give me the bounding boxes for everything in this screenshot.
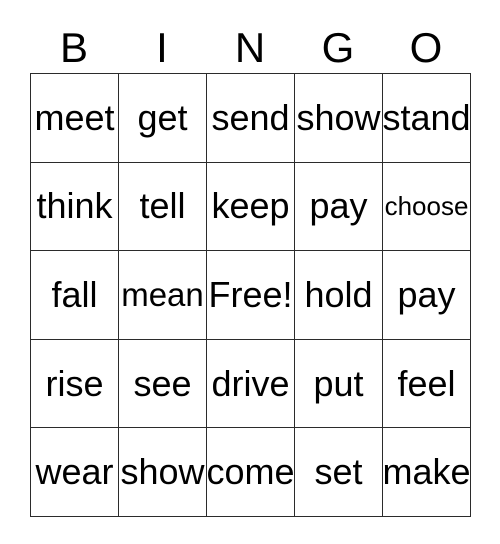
bingo-cell-label: drive (211, 362, 290, 404)
bingo-cell[interactable]: get (119, 74, 207, 163)
bingo-cell[interactable]: tell (119, 162, 207, 252)
bingo-cell-label: come (207, 451, 295, 493)
bingo-cell-label: send (211, 96, 290, 138)
bingo-cell-label: tell (139, 185, 186, 227)
bingo-cell[interactable]: send (207, 74, 295, 163)
bingo-cell[interactable]: fall (31, 251, 119, 340)
bingo-cell[interactable]: make (383, 428, 471, 517)
bingo-grid: meet get send show stand think tell keep… (30, 73, 471, 517)
header-letter-o: O (409, 24, 443, 71)
bingo-cell-label: think (36, 185, 113, 227)
bingo-cell-label: mean (121, 275, 204, 313)
bingo-cell[interactable]: drive (207, 339, 295, 429)
bingo-cell-label: show (120, 451, 205, 493)
bingo-card: B I N G O meet get send show stand think… (0, 0, 500, 544)
bingo-free-space-label: Free! (208, 274, 293, 316)
bingo-cell-label: keep (211, 185, 290, 227)
bingo-cell-label: see (133, 362, 192, 404)
bingo-row: meet get send show stand (31, 74, 471, 163)
bingo-cell[interactable]: wear (31, 428, 119, 517)
header-letter-g: G (321, 24, 355, 71)
bingo-cell[interactable]: keep (207, 162, 295, 252)
header-letter-b: B (59, 24, 88, 71)
bingo-row: fall mean Free! hold pay (31, 251, 471, 340)
bingo-cell-label: hold (304, 274, 373, 316)
bingo-cell[interactable]: stand (383, 74, 471, 163)
bingo-cell-label: pay (397, 274, 456, 316)
bingo-cell-label: show (296, 96, 381, 138)
bingo-cell-label: make (383, 451, 471, 493)
bingo-cell-label: feel (397, 362, 456, 404)
bingo-cell[interactable]: feel (383, 339, 471, 429)
bingo-cell[interactable]: hold (295, 251, 383, 340)
bingo-cell-label: meet (34, 96, 115, 138)
bingo-row: wear show come set make (31, 428, 471, 517)
bingo-cell[interactable]: set (295, 428, 383, 517)
bingo-cell[interactable]: mean (119, 251, 207, 340)
bingo-cell-label: choose (384, 190, 469, 221)
bingo-cell-label: rise (45, 362, 104, 404)
bingo-cell-label: set (314, 451, 363, 493)
bingo-cell[interactable]: show (295, 74, 383, 163)
bingo-cell-label: get (137, 96, 188, 138)
bingo-row: rise see drive put feel (31, 339, 471, 429)
bingo-cell[interactable]: pay (383, 251, 471, 340)
bingo-cell[interactable]: think (31, 162, 119, 252)
bingo-cell[interactable]: pay (295, 162, 383, 252)
bingo-free-space-cell[interactable]: Free! (207, 251, 295, 340)
bingo-cell-label: fall (51, 274, 98, 316)
bingo-cell-label: wear (35, 451, 114, 493)
bingo-cell[interactable]: meet (31, 74, 119, 163)
bingo-cell-label: put (313, 362, 364, 404)
bingo-cell[interactable]: come (207, 428, 295, 517)
header-letter-n: N (234, 24, 266, 71)
bingo-row: think tell keep pay choose (31, 162, 471, 252)
bingo-cell[interactable]: rise (31, 339, 119, 429)
bingo-cell-label: stand (383, 96, 471, 138)
bingo-cell[interactable]: choose (383, 162, 471, 252)
header-letter-i: I (156, 24, 168, 71)
bingo-cell[interactable]: show (119, 428, 207, 517)
bingo-cell-label: pay (309, 185, 368, 227)
bingo-cell[interactable]: put (295, 339, 383, 429)
bingo-cell[interactable]: see (119, 339, 207, 429)
bingo-header: B I N G O (30, 22, 470, 73)
